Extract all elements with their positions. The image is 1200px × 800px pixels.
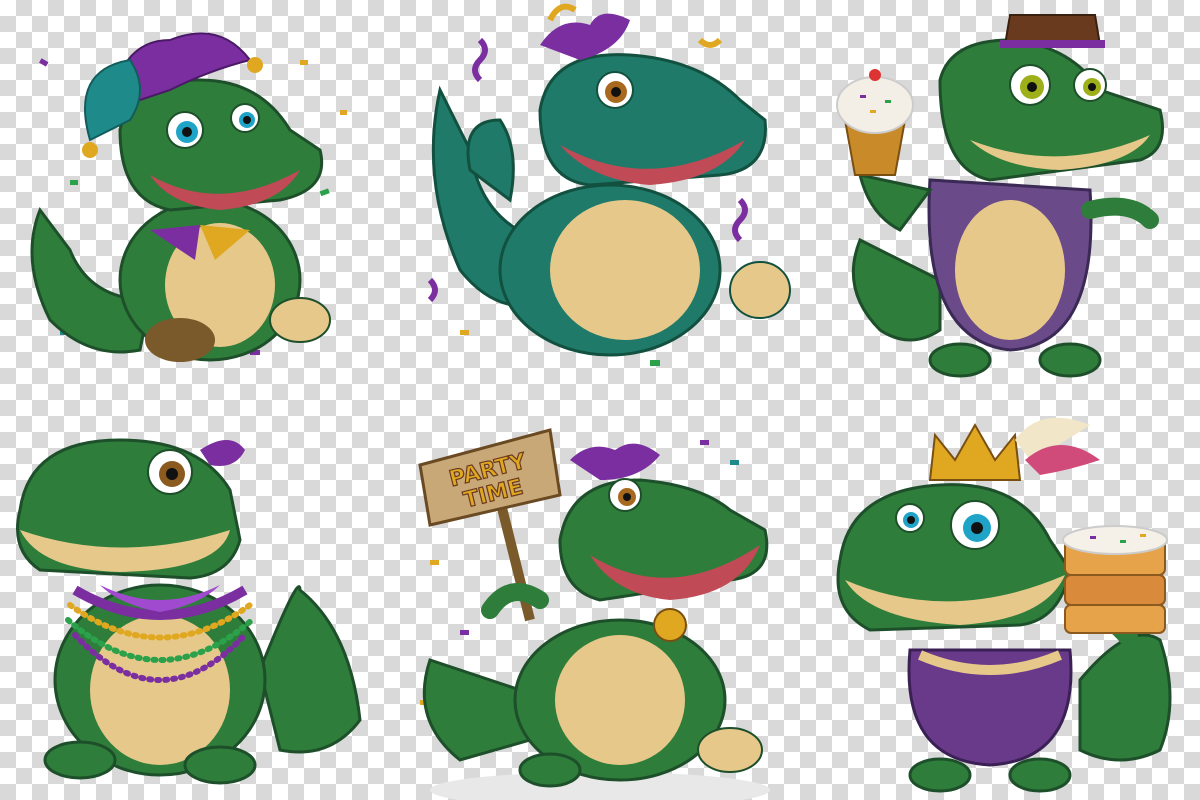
sticker-alligator-party-sign: PARTYTIME PARTY TIME [400,400,800,800]
alligator-king-cake-illustration [836,417,1172,793]
sticker-alligator-jester [0,0,400,400]
sticker-alligator-confetti [400,0,800,400]
alligator-confetti-illustration [427,3,791,366]
sticker-alligator-beads [0,400,400,800]
sticker-alligator-cupcake [800,0,1200,400]
alligator-cupcake-illustration [836,14,1164,378]
alligator-party-sign-illustration: PARTYTIME [418,428,770,800]
alligator-jester-illustration [30,32,347,362]
alligator-beads-illustration [16,438,362,785]
sticker-sheet: PARTYTIME PARTY TIME [0,0,1200,800]
sticker-alligator-king-cake [800,400,1200,800]
